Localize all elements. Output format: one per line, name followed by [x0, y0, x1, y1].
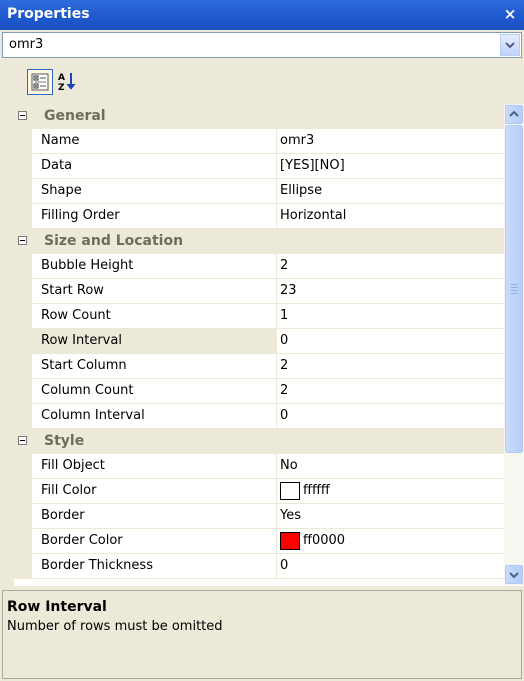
toolbar: A Z — [0, 60, 524, 103]
collapse-icon[interactable] — [18, 236, 27, 245]
property-row-border-color[interactable]: Border Color ff0000 — [14, 529, 504, 554]
window-title: Properties — [7, 6, 90, 22]
property-value[interactable]: ff0000 — [303, 533, 345, 548]
property-name: Row Interval — [41, 333, 122, 348]
scroll-thumb[interactable] — [505, 125, 523, 453]
property-name: Data — [41, 158, 73, 173]
category-label: General — [44, 108, 106, 124]
dropdown-button[interactable] — [500, 34, 520, 56]
svg-text:Z: Z — [58, 83, 65, 93]
chevron-up-icon — [509, 110, 519, 117]
property-row-border-thickness[interactable]: Border Thickness 0 — [14, 554, 504, 579]
property-row-row-count[interactable]: Row Count 1 — [14, 304, 504, 329]
property-name: Fill Color — [41, 483, 97, 498]
description-title: Row Interval — [7, 599, 107, 615]
category-style[interactable]: Style — [14, 429, 504, 454]
property-name: Border — [41, 508, 85, 523]
property-value[interactable]: 23 — [280, 283, 297, 298]
property-value[interactable]: 0 — [280, 558, 288, 573]
property-value[interactable]: ffffff — [303, 483, 330, 498]
alphabetical-sort-icon: A Z — [58, 73, 76, 93]
collapse-icon[interactable] — [18, 436, 27, 445]
property-value[interactable]: 2 — [280, 383, 288, 398]
property-value[interactable]: 0 — [280, 408, 288, 423]
property-row-column-count[interactable]: Column Count 2 — [14, 379, 504, 404]
property-value[interactable]: [YES][NO] — [280, 158, 345, 173]
property-name: Fill Object — [41, 458, 105, 473]
property-row-fill-object[interactable]: Fill Object No — [14, 454, 504, 479]
color-swatch[interactable] — [280, 532, 300, 550]
property-name: Border Color — [41, 533, 123, 548]
property-name: Filling Order — [41, 208, 120, 223]
property-value[interactable]: Horizontal — [280, 208, 346, 223]
chevron-down-icon — [509, 572, 519, 579]
alphabetical-button[interactable]: A Z — [55, 69, 81, 95]
property-name: Shape — [41, 183, 82, 198]
collapse-icon[interactable] — [18, 111, 27, 120]
property-row-start-column[interactable]: Start Column 2 — [14, 354, 504, 379]
vertical-scrollbar[interactable] — [504, 104, 524, 586]
property-value[interactable]: omr3 — [280, 133, 314, 148]
property-value[interactable]: 2 — [280, 258, 288, 273]
property-row-bubble-height[interactable]: Bubble Height 2 — [14, 254, 504, 279]
svg-text:A: A — [58, 73, 65, 83]
description-panel: Row Interval Number of rows must be omit… — [2, 590, 522, 679]
property-row-fill-color[interactable]: Fill Color ffffff — [14, 479, 504, 504]
property-value[interactable]: 1 — [280, 308, 288, 323]
categorized-button[interactable] — [27, 69, 53, 95]
category-label: Size and Location — [44, 233, 184, 249]
property-value[interactable]: No — [280, 458, 298, 473]
category-label: Style — [44, 433, 85, 449]
property-name: Border Thickness — [41, 558, 153, 573]
property-grid: General Name omr3 Data [YES][NO] Shape E… — [14, 104, 504, 586]
property-name: Start Row — [41, 283, 104, 298]
property-value[interactable]: 2 — [280, 358, 288, 373]
property-value[interactable]: Ellipse — [280, 183, 322, 198]
categorized-view-icon — [31, 73, 49, 91]
title-bar: Properties × — [0, 0, 524, 30]
property-name: Row Count — [41, 308, 111, 323]
category-size-and-location[interactable]: Size and Location — [14, 229, 504, 254]
object-selector-value: omr3 — [9, 37, 44, 52]
property-name: Bubble Height — [41, 258, 134, 273]
property-row-data[interactable]: Data [YES][NO] — [14, 154, 504, 179]
object-selector[interactable]: omr3 — [2, 32, 522, 58]
property-name: Start Column — [41, 358, 127, 373]
property-row-row-interval[interactable]: Row Interval 0 — [14, 329, 504, 354]
category-general[interactable]: General — [14, 104, 504, 129]
description-text: Number of rows must be omitted — [7, 619, 223, 634]
close-icon[interactable]: × — [502, 4, 518, 24]
property-row-shape[interactable]: Shape Ellipse — [14, 179, 504, 204]
color-swatch[interactable] — [280, 482, 300, 500]
property-row-name[interactable]: Name omr3 — [14, 129, 504, 154]
property-row-column-interval[interactable]: Column Interval 0 — [14, 404, 504, 429]
property-name: Name — [41, 133, 80, 148]
scroll-up-button[interactable] — [505, 105, 523, 124]
chevron-down-icon — [505, 42, 515, 49]
property-name: Column Count — [41, 383, 134, 398]
property-row-start-row[interactable]: Start Row 23 — [14, 279, 504, 304]
scroll-down-button[interactable] — [505, 565, 523, 584]
property-value[interactable]: 0 — [280, 333, 288, 348]
property-name: Column Interval — [41, 408, 145, 423]
property-row-border[interactable]: Border Yes — [14, 504, 504, 529]
property-value[interactable]: Yes — [280, 508, 301, 523]
property-row-filling-order[interactable]: Filling Order Horizontal — [14, 204, 504, 229]
